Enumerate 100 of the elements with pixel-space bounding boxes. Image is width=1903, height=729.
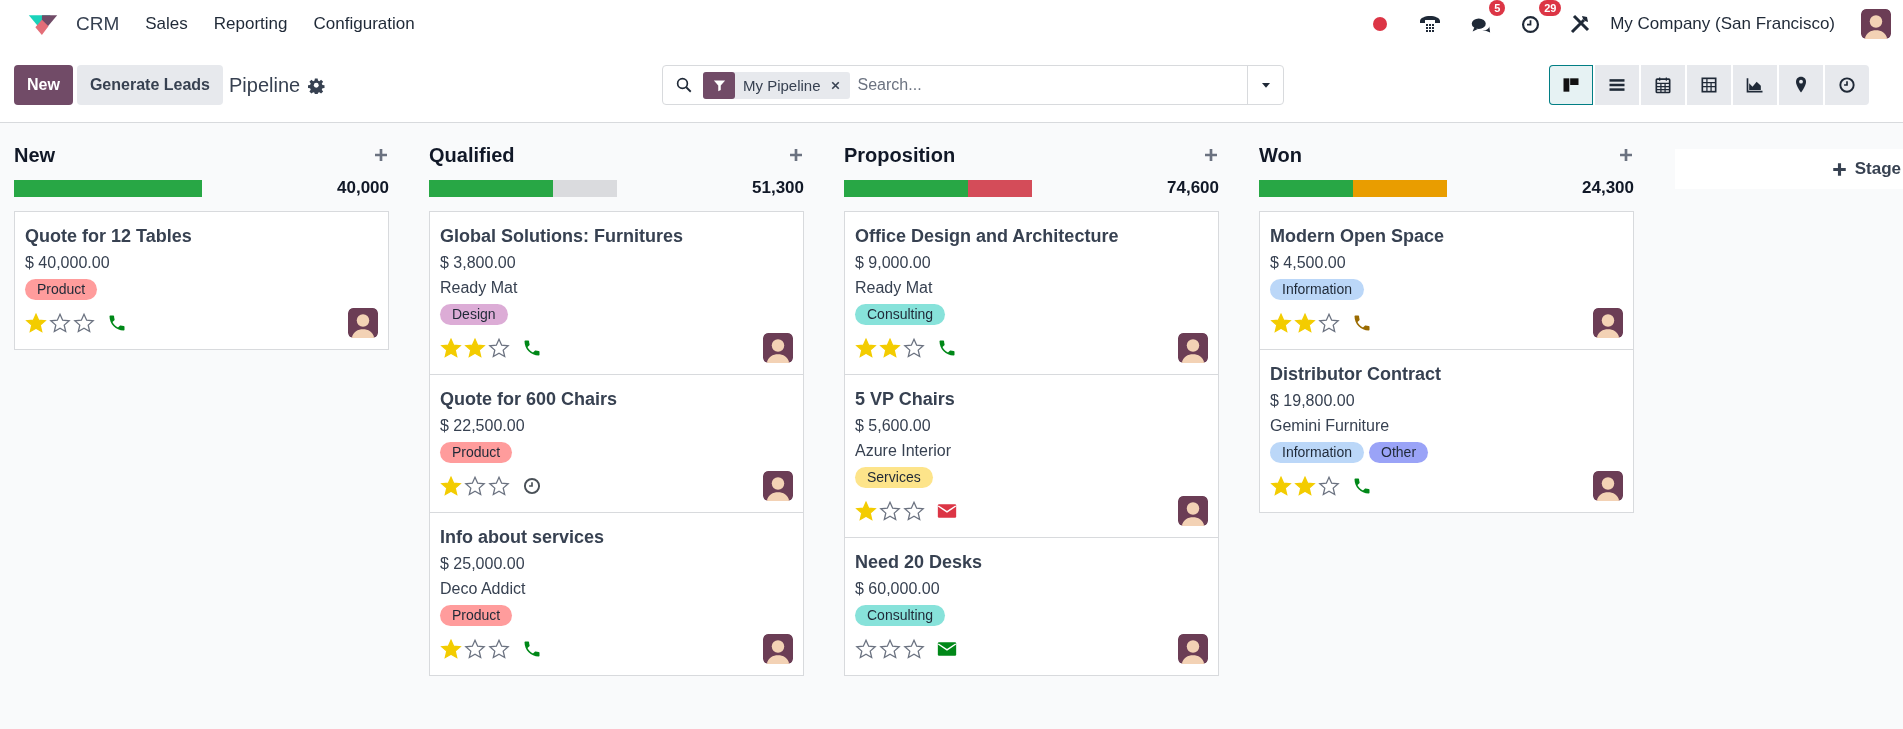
empty-star-icon[interactable] — [464, 475, 486, 497]
card-title: Office Design and Architecture — [855, 226, 1120, 247]
empty-star-icon[interactable] — [73, 312, 95, 334]
column-title: New — [14, 143, 56, 167]
menu-item[interactable]: Sales — [145, 14, 188, 34]
empty-star-icon[interactable] — [1318, 312, 1340, 334]
lead-card[interactable]: Global Solutions: Furnitures $ 3,800.00 Ready Mat Design — [430, 212, 803, 374]
tag: Product — [440, 605, 513, 626]
add-icon[interactable] — [373, 147, 389, 163]
filled-star-icon[interactable] — [440, 638, 462, 660]
generate-button[interactable]: Generate Leads — [76, 65, 223, 105]
column-total: 74,600 — [1167, 178, 1219, 198]
activity-count-badge: 29 — [1539, 0, 1562, 16]
card-amount: $ 3,800.00 — [440, 254, 517, 272]
progress-segment[interactable] — [844, 179, 969, 197]
app-name[interactable]: CRM — [76, 13, 120, 35]
view-switch-button[interactable] — [1825, 65, 1869, 105]
empty-star-icon[interactable] — [855, 638, 877, 660]
clock-icon — [1837, 75, 1857, 95]
empty-star-icon[interactable] — [1318, 475, 1340, 497]
search-field[interactable]: My Pipeline Search... — [662, 65, 1284, 105]
filled-star-icon[interactable] — [855, 500, 877, 522]
column-title: Won — [1259, 143, 1302, 167]
avatar — [763, 634, 793, 664]
column-title: Proposition — [844, 143, 956, 167]
card-title: Global Solutions: Furnitures — [440, 226, 684, 247]
settings-icon[interactable] — [308, 76, 326, 94]
view-switch-button[interactable] — [1549, 65, 1593, 105]
lead-card[interactable]: Quote for 600 Chairs $ 22,500.00 Product — [430, 374, 803, 512]
menu-item[interactable]: Reporting — [213, 14, 288, 34]
progress-segment[interactable] — [429, 179, 554, 197]
view-switch-button[interactable] — [1595, 65, 1639, 105]
empty-star-icon[interactable] — [903, 638, 925, 660]
empty-star-icon[interactable] — [488, 337, 510, 359]
company-switcher[interactable]: My Company (San Francisco) — [1610, 14, 1835, 34]
lead-card[interactable]: Quote for 12 Tables $ 40,000.00 Product — [15, 212, 388, 349]
filled-star-icon[interactable] — [1294, 312, 1316, 334]
empty-star-icon[interactable] — [488, 638, 510, 660]
lead-card[interactable]: Info about services $ 25,000.00 Deco Addict Product — [430, 512, 803, 675]
avatar — [763, 471, 793, 501]
filled-star-icon[interactable] — [1270, 312, 1292, 334]
filled-star-icon[interactable] — [879, 337, 901, 359]
empty-star-icon[interactable] — [903, 500, 925, 522]
add-icon[interactable] — [788, 147, 804, 163]
avatar — [1178, 333, 1208, 363]
view-switch-button[interactable] — [1733, 65, 1777, 105]
view-switch-button[interactable] — [1779, 65, 1823, 105]
filled-star-icon[interactable] — [1294, 475, 1316, 497]
envelope-icon[interactable] — [937, 639, 957, 659]
card-amount: $ 19,800.00 — [1270, 392, 1356, 410]
breadcrumb: Pipeline — [228, 73, 301, 97]
progress-segment[interactable] — [1259, 179, 1353, 197]
lead-card[interactable]: Distributor Contract $ 19,800.00 Gemini Furniture Information Other — [1260, 349, 1633, 512]
new-button[interactable]: New — [14, 65, 73, 105]
message-count-badge: 5 — [1489, 0, 1506, 16]
add-icon[interactable] — [1618, 147, 1634, 163]
card-customer: Ready Mat — [855, 279, 934, 297]
empty-star-icon[interactable] — [464, 638, 486, 660]
lead-card[interactable]: Modern Open Space $ 4,500.00 Information — [1260, 212, 1633, 349]
clock-icon[interactable] — [1519, 13, 1541, 35]
calendar-view-icon — [1653, 75, 1673, 95]
filled-star-icon[interactable] — [1270, 475, 1292, 497]
empty-star-icon[interactable] — [903, 337, 925, 359]
card-title: Quote for 12 Tables — [25, 226, 193, 247]
filled-star-icon[interactable] — [440, 475, 462, 497]
empty-star-icon[interactable] — [49, 312, 71, 334]
filled-star-icon[interactable] — [464, 337, 486, 359]
card-title: Quote for 600 Chairs — [440, 389, 619, 410]
card-amount: $ 22,500.00 — [440, 417, 526, 435]
add-icon[interactable] — [1203, 147, 1219, 163]
progress-segment[interactable] — [14, 179, 202, 197]
envelope-icon[interactable] — [937, 501, 957, 521]
view-switch-button[interactable] — [1687, 65, 1731, 105]
avatar — [763, 333, 793, 363]
card-amount: $ 4,500.00 — [1270, 254, 1347, 272]
tag: Product — [440, 442, 513, 463]
filled-star-icon[interactable] — [855, 337, 877, 359]
avatar — [1593, 308, 1623, 338]
menu-item[interactable]: Configuration — [313, 14, 415, 34]
filter-facet[interactable]: My Pipeline — [703, 71, 850, 99]
avatar — [1178, 496, 1208, 526]
card-title: 5 VP Chairs — [855, 389, 956, 410]
add-stage-button[interactable]: Stage — [1831, 159, 1903, 179]
lead-card[interactable]: Office Design and Architecture $ 9,000.00 Ready Mat Consulting — [845, 212, 1218, 374]
progress-segment[interactable] — [968, 179, 1032, 197]
card-amount: $ 25,000.00 — [440, 555, 526, 573]
avatar — [1861, 9, 1891, 39]
search-icon[interactable] — [675, 76, 693, 94]
filled-star-icon[interactable] — [440, 337, 462, 359]
tag: Consulting — [855, 605, 946, 626]
column-total: 24,300 — [1582, 178, 1634, 198]
empty-star-icon[interactable] — [879, 638, 901, 660]
filled-star-icon[interactable] — [25, 312, 47, 334]
lead-card[interactable]: Need 20 Desks $ 60,000.00 Consulting — [845, 537, 1218, 675]
empty-star-icon[interactable] — [488, 475, 510, 497]
grid-view-icon — [1699, 75, 1719, 95]
lead-card[interactable]: 5 VP Chairs $ 5,600.00 Azure Interior Services — [845, 374, 1218, 537]
view-switch-button[interactable] — [1641, 65, 1685, 105]
empty-star-icon[interactable] — [879, 500, 901, 522]
clock-icon[interactable] — [522, 476, 542, 496]
